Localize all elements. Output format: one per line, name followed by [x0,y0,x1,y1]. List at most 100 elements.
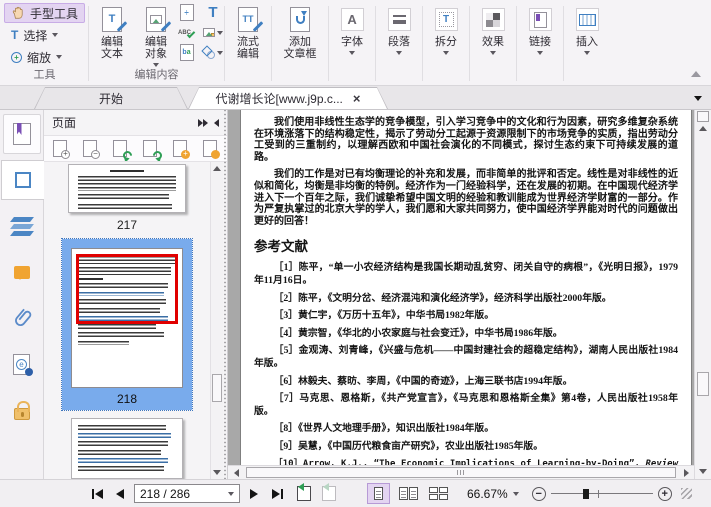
scrollbar-thumb[interactable] [697,372,709,396]
collapse-panel-icon[interactable] [214,118,219,127]
link-button[interactable]: 链接 [518,0,562,85]
scroll-down-button[interactable] [211,466,223,479]
edit-text-icon: T [102,7,128,32]
arrow-right-icon [250,488,258,499]
layers-panel-button[interactable] [3,206,41,246]
next-view-button[interactable] [322,483,336,501]
expand-panel-icon[interactable] [198,118,208,127]
continuous-view-button[interactable] [427,483,450,504]
scroll-up-button[interactable] [695,122,711,135]
insert-button[interactable]: 插入 [565,0,609,85]
split-view-box[interactable] [697,111,709,122]
scrollbar-thumb[interactable] [212,374,222,402]
signatures-panel-button[interactable]: e [3,344,41,384]
next-page-button[interactable] [245,485,263,503]
link-icon [528,8,552,31]
zoom-dropdown-icon[interactable] [512,491,519,496]
thumbnail-page-218-selected[interactable]: 218 [61,238,193,412]
edit-object-button[interactable]: 编辑 对象 [134,0,178,68]
facing-page-view-button[interactable] [397,483,420,504]
continuous-pages-icon [429,487,438,500]
insert-page-button[interactable]: + [165,137,194,161]
chevron-down-icon [584,51,591,55]
ribbon-separator [422,6,424,81]
tab-document[interactable]: 代谢增长论[www.j9p.c... × [188,87,388,109]
pages-panel-title: 页面 [52,116,77,130]
document-horizontal-scrollbar[interactable] [228,465,694,479]
select-tool-button[interactable]: T 选择 [4,25,85,45]
slider-thumb[interactable] [582,488,589,499]
effects-button[interactable]: 效果 [471,0,515,85]
paragraph-icon [387,8,411,31]
visible-region-rectangle[interactable] [76,254,178,325]
enlarge-thumbnails-button[interactable]: + [45,137,74,161]
chevron-down-icon [537,51,544,55]
thumbnail-content [78,425,167,431]
scrollbar-thumb[interactable] [246,467,676,478]
collapse-ribbon-button[interactable] [691,71,701,77]
add-article-box-button[interactable]: 添加 文章框 [273,0,327,85]
merge-text-button[interactable]: ÷ [178,4,195,21]
close-tab-icon[interactable]: × [353,92,361,105]
shrink-thumbnails-button[interactable]: − [75,137,104,161]
pencil-icon [116,21,128,32]
rotate-left-button[interactable] [105,137,134,161]
document-view: 我们使用非线性生态学的竞争模型，引入学习竞争中的文化和行为因素，研究多维复杂系统… [228,110,711,479]
zoom-out-button[interactable]: − [531,486,546,501]
thumbnails-scrollbar[interactable] [210,162,223,479]
font-button[interactable]: A 字体 [330,0,374,85]
slider-track [550,493,653,494]
pages-panel-toolbar: + − + [44,135,227,162]
hand-tool-button[interactable]: 手型工具 [4,3,86,23]
attachments-panel-button[interactable] [3,298,41,338]
scroll-down-button[interactable] [695,465,711,478]
document-vertical-scrollbar[interactable] [694,110,711,479]
shapes-icon [201,44,216,59]
page-thumbnails-panel-button[interactable] [0,160,45,200]
resize-grip-icon[interactable] [680,488,692,499]
page-number-value[interactable]: 218 / 286 [140,487,223,501]
zoom-tool-button[interactable]: + 缩放 [4,47,85,67]
add-text-button[interactable]: T [203,4,223,21]
ribbon-separator [224,6,226,81]
replace-text-button[interactable]: ba [178,44,195,61]
paragraph-button[interactable]: 段落 [377,0,421,85]
zoom-in-button[interactable]: + [657,486,672,501]
rotate-right-button[interactable] [135,137,164,161]
slider-center-tick [597,489,599,498]
security-panel-button[interactable] [3,390,41,430]
edit-text-button[interactable]: T 编辑 文本 [90,0,134,61]
image-annotation-button[interactable] [203,24,224,41]
comments-panel-button[interactable] [3,252,41,292]
thumbnail-content [78,204,173,211]
zoom-slider[interactable] [550,487,653,501]
split-button[interactable]: T 拆分 [424,0,468,85]
previous-page-button[interactable] [111,485,129,503]
thumbnail-page-219[interactable] [71,418,183,479]
tab-list-dropdown-icon[interactable] [694,96,702,101]
panel-resize-handle[interactable] [223,110,227,479]
spellcheck-button[interactable]: ABC [178,24,196,41]
pdf-page[interactable]: 我们使用非线性生态学的竞争模型，引入学习竞争中的文化和行为因素，研究多维复杂系统… [240,110,692,465]
chevron-down-icon[interactable] [228,491,234,496]
thumbnail-page-218[interactable] [71,248,183,389]
pencil-icon [252,21,264,32]
insert-icon [575,8,599,31]
previous-view-button[interactable] [297,483,311,501]
flow-edit-button[interactable]: TT 流式 编辑 [226,0,270,85]
arrow-up-icon [213,166,221,171]
first-page-button[interactable] [88,485,106,503]
shapes-button[interactable] [201,44,224,61]
paragraph-label: 段落 [388,36,411,48]
page-number-field[interactable]: 218 / 286 [134,484,240,503]
thumbnail-page-217[interactable] [68,164,186,214]
scroll-left-button[interactable] [228,466,244,479]
scroll-right-button[interactable] [678,466,694,479]
comment-icon [13,265,35,281]
tab-home[interactable]: 开始 [34,87,188,109]
last-page-button[interactable] [268,485,286,503]
more-pages-button[interactable] [195,137,224,161]
bookmarks-panel-button[interactable] [2,114,41,154]
single-page-view-button[interactable] [367,483,390,504]
scroll-up-button[interactable] [211,162,223,175]
